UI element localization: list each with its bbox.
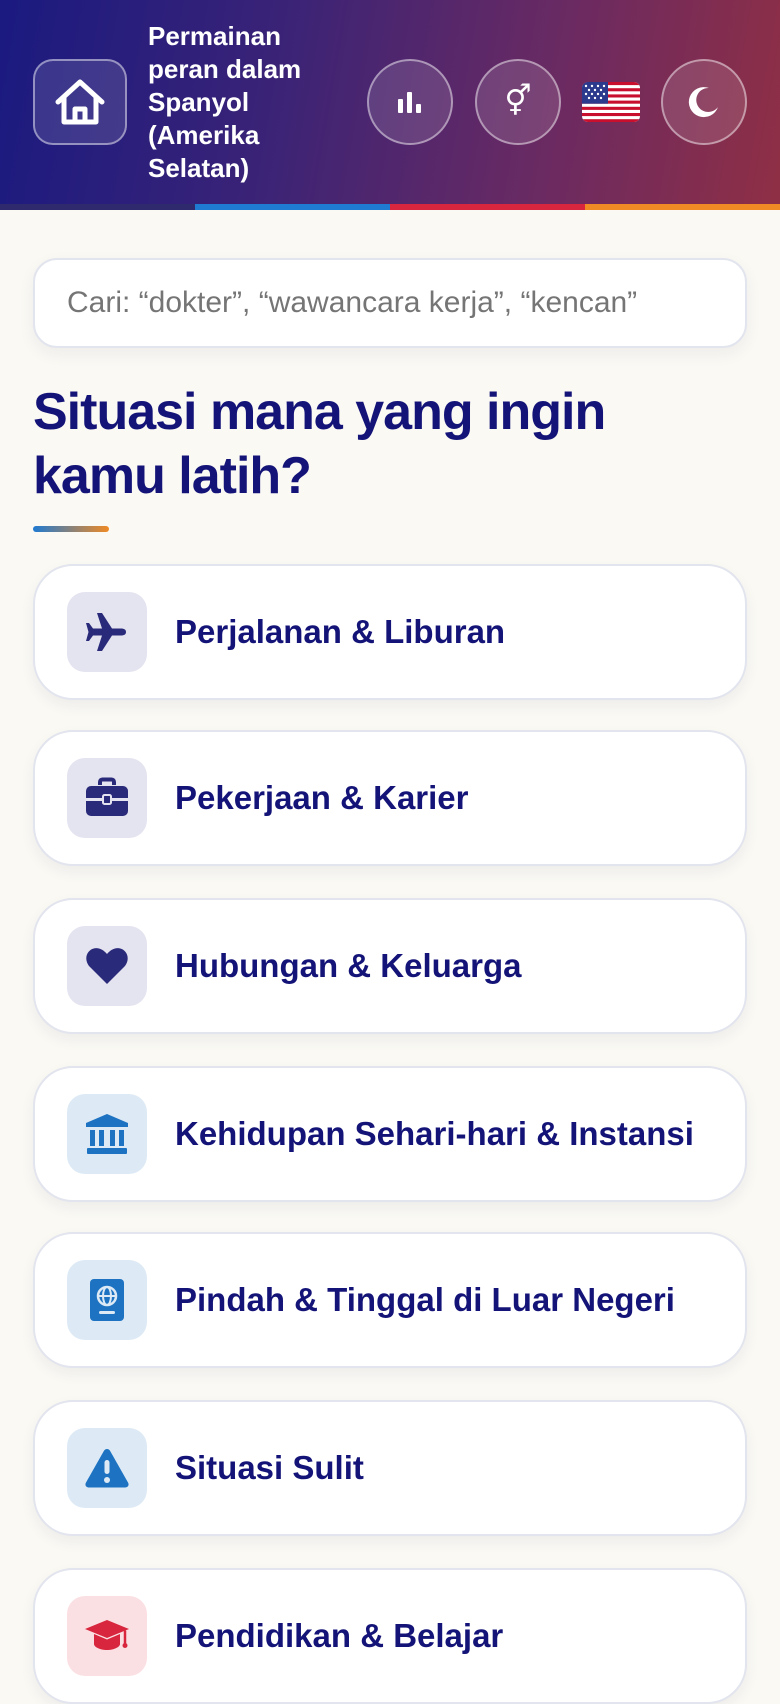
category-label: Pekerjaan & Karier	[175, 779, 469, 816]
language-flag-button[interactable]	[581, 80, 641, 124]
category-education[interactable]: Pendidikan & Belajar	[33, 1568, 747, 1704]
page-title: Situasi mana yang ingin kamu latih?	[33, 383, 606, 505]
category-label: Situasi Sulit	[175, 1449, 364, 1486]
category-difficult-situations[interactable]: Situasi Sulit	[33, 1400, 747, 1536]
stats-button[interactable]	[367, 59, 453, 145]
passport-icon	[67, 1260, 147, 1340]
briefcase-icon	[67, 758, 147, 838]
airplane-icon	[67, 592, 147, 672]
us-flag-icon	[582, 82, 640, 122]
category-moving-abroad[interactable]: Pindah & Tinggal di Luar Negeri	[33, 1232, 747, 1368]
app-title: Permainan peran dalam Spanyol (Amerika S…	[148, 21, 302, 183]
home-icon	[55, 79, 105, 125]
header-accent-stripe	[0, 204, 780, 210]
category-label: Kehidupan Sehari-hari & Instansi	[175, 1115, 694, 1152]
category-label: Hubungan & Keluarga	[175, 947, 522, 984]
category-travel[interactable]: Perjalanan & Liburan	[33, 564, 747, 700]
bar-chart-icon	[398, 92, 421, 113]
home-button[interactable]	[33, 59, 127, 145]
category-relationships[interactable]: Hubungan & Keluarga	[33, 898, 747, 1034]
moon-icon	[688, 87, 718, 118]
gender-icon: ⚥	[504, 84, 532, 119]
category-label: Perjalanan & Liburan	[175, 613, 506, 650]
search-input[interactable]	[33, 258, 747, 348]
category-daily-life[interactable]: Kehidupan Sehari-hari & Instansi	[33, 1066, 747, 1202]
bank-building-icon	[67, 1094, 147, 1174]
category-label: Pendidikan & Belajar	[175, 1617, 504, 1654]
warning-icon	[67, 1428, 147, 1508]
app-header: Permainan peran dalam Spanyol (Amerika S…	[0, 0, 780, 204]
gender-button[interactable]: ⚥	[475, 59, 561, 145]
category-work[interactable]: Pekerjaan & Karier	[33, 730, 747, 866]
title-underline	[33, 526, 109, 532]
category-label: Pindah & Tinggal di Luar Negeri	[175, 1281, 675, 1318]
theme-toggle-button[interactable]	[661, 59, 747, 145]
graduation-cap-icon	[67, 1596, 147, 1676]
heart-icon	[67, 926, 147, 1006]
